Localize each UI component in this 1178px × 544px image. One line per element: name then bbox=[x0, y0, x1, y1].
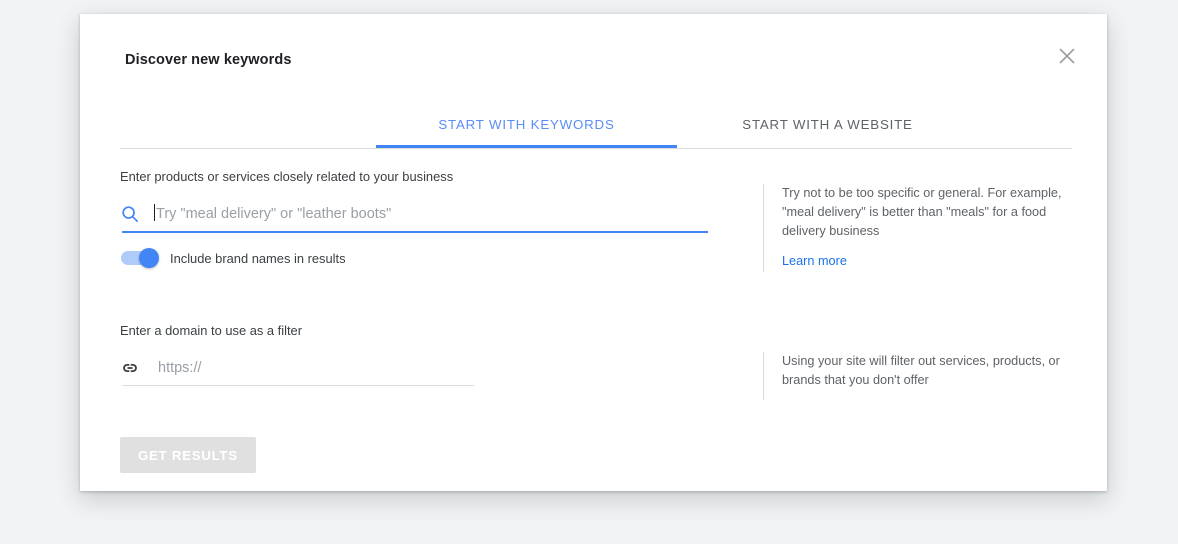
tab-start-with-website[interactable]: START WITH A WEBSITE bbox=[677, 102, 978, 148]
domain-input-underline bbox=[122, 385, 474, 386]
keywords-learn-more-link[interactable]: Learn more bbox=[782, 254, 847, 268]
search-icon bbox=[120, 204, 154, 224]
dialog-header: Discover new keywords bbox=[80, 14, 1107, 80]
domain-field-label: Enter a domain to use as a filter bbox=[120, 323, 302, 338]
domain-help-text: Using your site will filter out services… bbox=[782, 354, 1060, 387]
toggle-thumb bbox=[139, 248, 159, 268]
get-results-button[interactable]: GET RESULTS bbox=[120, 437, 256, 473]
brand-names-toggle[interactable] bbox=[121, 248, 159, 268]
keywords-section: Enter products or services closely relat… bbox=[120, 169, 1072, 272]
keywords-input-placeholder: Try "meal delivery" or "leather boots" bbox=[156, 206, 392, 222]
keywords-help-panel: Try not to be too specific or general. F… bbox=[763, 184, 1093, 272]
domain-input[interactable]: https:// bbox=[154, 357, 474, 379]
keywords-input[interactable]: Try "meal delivery" or "leather boots" bbox=[154, 203, 708, 225]
text-caret bbox=[154, 204, 155, 221]
active-tab-indicator bbox=[376, 145, 677, 148]
keywords-input-underline bbox=[122, 231, 708, 233]
keywords-input-row[interactable]: Try "meal delivery" or "leather boots" bbox=[120, 198, 708, 233]
link-icon bbox=[120, 358, 154, 378]
domain-section: Enter a domain to use as a filter https:… bbox=[120, 323, 1072, 400]
tab-bar: START WITH KEYWORDS START WITH A WEBSITE bbox=[120, 102, 1072, 149]
tab-start-with-keywords[interactable]: START WITH KEYWORDS bbox=[376, 102, 677, 148]
page-title: Discover new keywords bbox=[125, 52, 292, 68]
brand-names-toggle-label: Include brand names in results bbox=[170, 250, 346, 266]
domain-input-row[interactable]: https:// bbox=[120, 352, 474, 386]
domain-input-placeholder: https:// bbox=[158, 360, 202, 376]
close-icon bbox=[1057, 46, 1077, 66]
close-button[interactable] bbox=[1049, 38, 1085, 74]
keywords-help-text: Try not to be too specific or general. F… bbox=[782, 186, 1062, 238]
keywords-field-label: Enter products or services closely relat… bbox=[120, 169, 454, 184]
discover-keywords-dialog: Discover new keywords START WITH KEYWORD… bbox=[80, 14, 1107, 491]
domain-help-panel: Using your site will filter out services… bbox=[763, 352, 1093, 400]
